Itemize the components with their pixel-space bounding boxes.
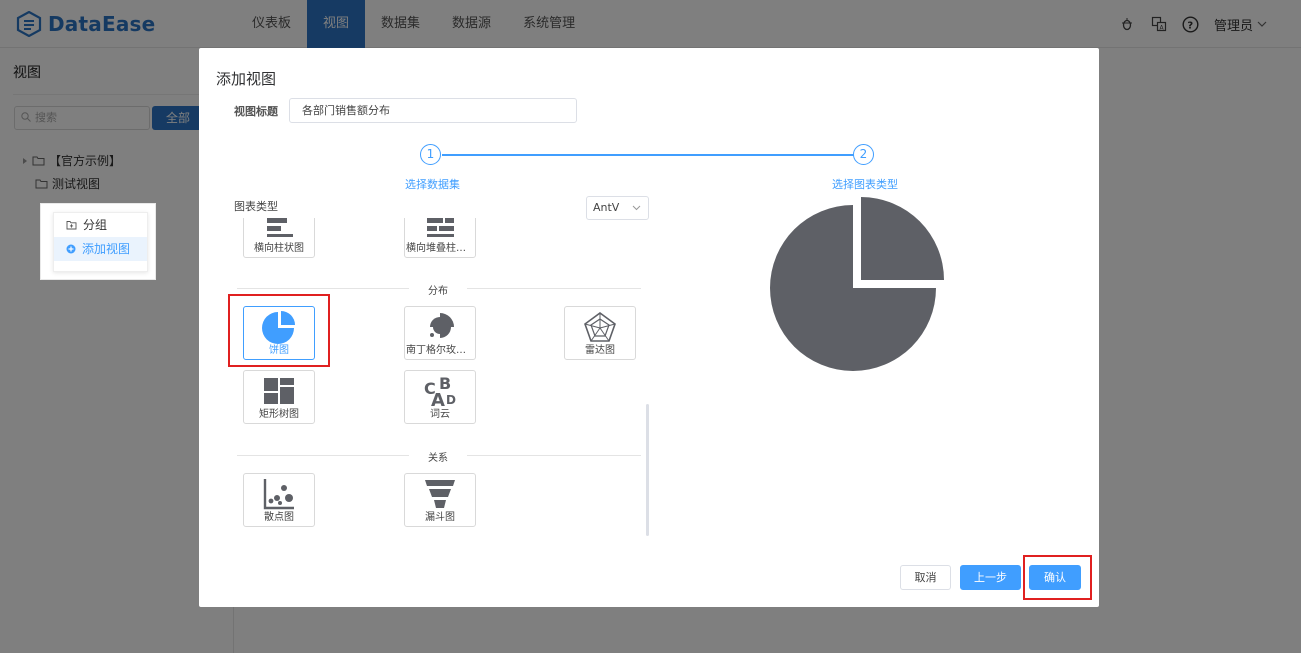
- menu-item-group[interactable]: 分组: [54, 213, 147, 237]
- menu-item-label: 添加视图: [82, 242, 131, 256]
- chevron-down-icon: [632, 205, 641, 211]
- menu-item-label: 分组: [83, 218, 108, 232]
- tile-radar[interactable]: 雷达图: [564, 306, 636, 360]
- tile-label: 散点图: [264, 512, 294, 523]
- word-cloud-icon: C BA D: [424, 374, 456, 408]
- tile-label: 横向柱状图: [254, 243, 304, 254]
- highlight-box: [228, 294, 330, 367]
- tile-label: 雷达图: [585, 345, 615, 356]
- plus-circle-icon: [66, 244, 76, 254]
- tile-rose[interactable]: 南丁格尔玫瑰图: [404, 306, 476, 360]
- tile-treemap[interactable]: 矩形树图: [243, 370, 315, 424]
- horizontal-stacked-bar-icon: [427, 218, 454, 237]
- tile-horizontal-stacked-bar[interactable]: 横向堆叠柱状图: [404, 218, 476, 258]
- menu-item-add-view[interactable]: 添加视图: [54, 237, 147, 261]
- context-menu: 分组 添加视图: [53, 212, 148, 272]
- view-title-label: 视图标题: [234, 105, 278, 118]
- pie-chart-preview: [770, 197, 944, 371]
- scatter-chart-icon: [263, 479, 294, 510]
- highlight-box: [1023, 555, 1092, 600]
- rose-chart-icon: [430, 313, 454, 338]
- tile-horizontal-bar[interactable]: 横向柱状图: [243, 218, 315, 258]
- step-1-label: 选择数据集: [405, 178, 460, 191]
- divider: [237, 288, 409, 289]
- chart-library-select[interactable]: AntV: [586, 196, 649, 220]
- group-label-distribution: 分布: [428, 286, 448, 297]
- tile-funnel[interactable]: 漏斗图: [404, 473, 476, 527]
- folder-plus-icon: [66, 221, 77, 230]
- tile-word-cloud[interactable]: CBAD 词云: [404, 370, 476, 424]
- add-view-dialog: 添加视图 视图标题 各部门销售额分布 1 2 选择数据集 选择图表类型 图表类型…: [199, 48, 1099, 607]
- group-label-relation: 关系: [428, 453, 448, 464]
- tile-label: 南丁格尔玫瑰图: [406, 345, 474, 356]
- tile-label: 横向堆叠柱状图: [406, 243, 474, 254]
- step-1-circle[interactable]: 1: [420, 144, 441, 165]
- step-2-label: 选择图表类型: [832, 178, 898, 191]
- funnel-chart-icon: [425, 480, 455, 508]
- tile-label: 矩形树图: [259, 409, 299, 420]
- radar-chart-icon: [584, 312, 616, 342]
- view-title-input[interactable]: 各部门销售额分布: [289, 98, 577, 123]
- cancel-button[interactable]: 取消: [900, 565, 951, 590]
- tile-label: 词云: [430, 409, 450, 420]
- tile-label: 漏斗图: [425, 512, 455, 523]
- tile-scatter[interactable]: 散点图: [243, 473, 315, 527]
- chart-type-panel[interactable]: 横向柱状图 横向堆叠柱状图 分布 饼图 南丁格尔玫瑰图 雷达图 矩形树图 CBA…: [237, 218, 649, 536]
- divider: [467, 288, 641, 289]
- context-menu-frame: 分组 添加视图: [41, 204, 155, 279]
- horizontal-bar-chart-icon: [267, 218, 293, 237]
- chart-library-value: AntV: [593, 201, 620, 214]
- treemap-icon: [264, 378, 294, 404]
- chart-type-label: 图表类型: [234, 200, 278, 213]
- steps-progress-line: [442, 154, 854, 156]
- step-2-circle[interactable]: 2: [853, 144, 874, 165]
- dialog-title: 添加视图: [216, 70, 277, 88]
- panel-scrollbar[interactable]: [646, 404, 649, 536]
- divider: [237, 455, 409, 456]
- divider: [467, 455, 641, 456]
- previous-step-button[interactable]: 上一步: [960, 565, 1021, 590]
